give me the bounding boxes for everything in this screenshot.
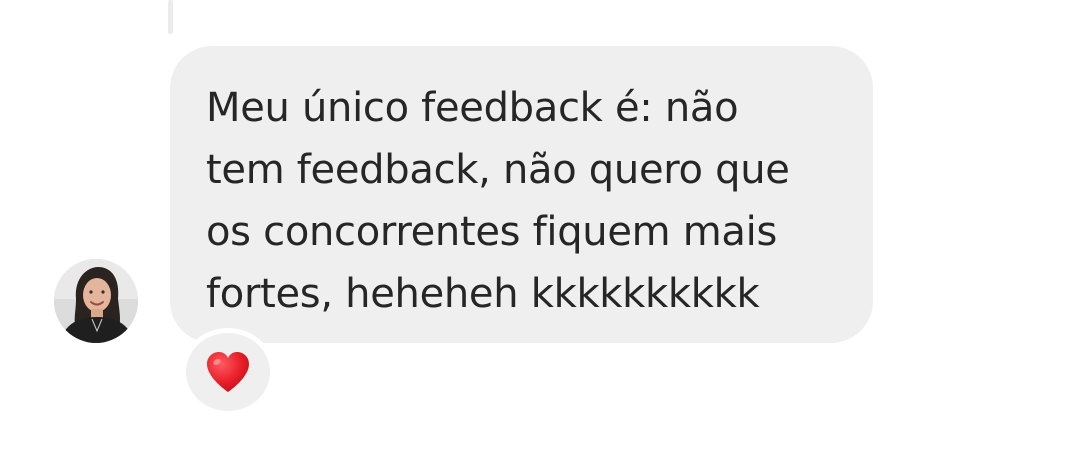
- thread-connector-line: [168, 0, 173, 34]
- message-line: Meu único feedback é: não: [206, 85, 739, 131]
- message-text: Meu único feedback é: não tem feedback, …: [206, 77, 853, 325]
- message-line: tem feedback, não quero que: [206, 147, 790, 193]
- reaction-badge[interactable]: [186, 333, 270, 411]
- message-bubble[interactable]: Meu único feedback é: não tem feedback, …: [170, 46, 873, 343]
- avatar[interactable]: [54, 259, 138, 343]
- message-line: os concorrentes fiquem mais: [206, 209, 777, 255]
- heart-icon: [207, 352, 249, 392]
- message-line: fortes, heheheh kkkkkkkkkk: [206, 271, 760, 317]
- profile-photo-icon: [54, 259, 138, 343]
